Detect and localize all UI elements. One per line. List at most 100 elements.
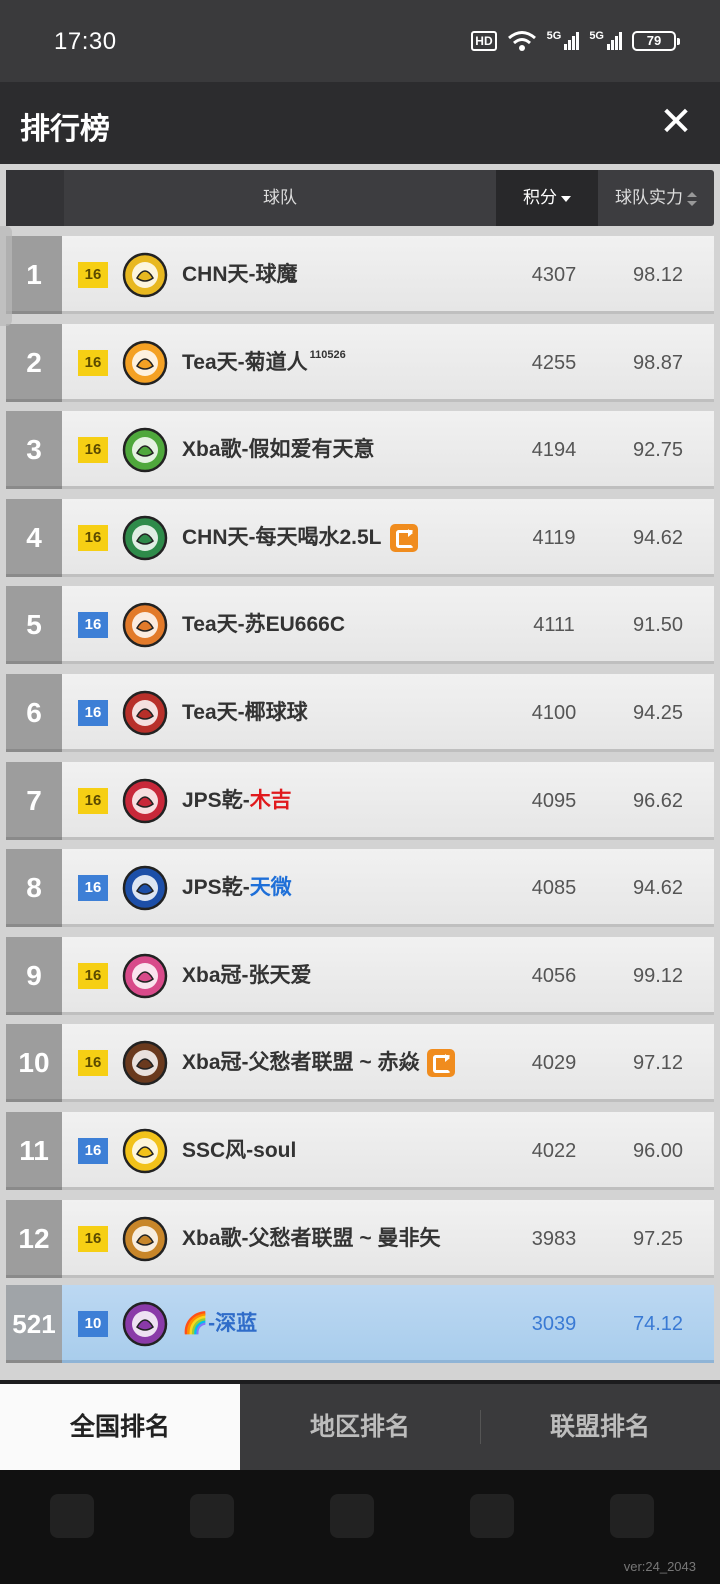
team-name: Xba冠-张天爱 bbox=[182, 937, 312, 1015]
points-sort-button[interactable]: 积分 bbox=[496, 170, 598, 226]
team-points: 4029 bbox=[531, 1052, 577, 1075]
level-badge: 16 bbox=[78, 524, 108, 551]
table-row[interactable]: 12 16 Xba歌-父愁者联盟 ~ 曼非矢 3983 97.25 bbox=[6, 1199, 714, 1278]
sort-icon bbox=[687, 191, 697, 206]
table-row[interactable]: 8 16 JPS乾- 天微 4085 94.62 bbox=[6, 849, 714, 928]
team-strength: 96.00 bbox=[632, 1139, 684, 1162]
team-logo-icon bbox=[122, 252, 168, 298]
table-row[interactable]: 9 16 Xba冠-张天爱 4056 99.12 bbox=[6, 936, 714, 1015]
nav-icon bbox=[50, 1494, 94, 1538]
team-strength: 94.62 bbox=[632, 877, 684, 900]
team-id-superscript: 110526 bbox=[309, 348, 346, 361]
team-column-header: 球队 bbox=[263, 188, 297, 207]
team-name-text: 🌈-深蓝 bbox=[182, 1312, 258, 1336]
team-strength: 97.12 bbox=[632, 1052, 684, 1075]
table-row[interactable]: 7 16 JPS乾- 木吉 4095 96.62 bbox=[6, 761, 714, 840]
team-name: 🌈-深蓝 bbox=[182, 1285, 257, 1363]
rank-number: 8 bbox=[6, 849, 62, 928]
level-badge: 10 bbox=[78, 1311, 108, 1338]
swap-icon bbox=[427, 1049, 456, 1078]
table-row[interactable]: 10 16 Xba冠-父愁者联盟 ~ 赤焱 4029 97.12 bbox=[6, 1024, 714, 1103]
nav-icon bbox=[330, 1494, 374, 1538]
row-body: 16 JPS乾- 天微 4085 94.62 bbox=[62, 849, 714, 928]
team-logo-icon bbox=[122, 1216, 168, 1262]
table-row[interactable]: 3 16 Xba歌-假如爱有天意 4194 92.75 bbox=[6, 411, 714, 490]
rank-number: 9 bbox=[6, 936, 62, 1015]
table-row[interactable]: 2 16 Tea天-菊道人 110526 4255 98.87 bbox=[6, 323, 714, 402]
my-team-row[interactable]: 521 10 🌈-深蓝 3039 74.12 bbox=[6, 1285, 714, 1364]
team-name-text: Xba歌-父愁者联盟 ~ 曼非矢 bbox=[182, 1226, 441, 1250]
tab-league[interactable]: 联盟排名 bbox=[480, 1384, 720, 1470]
team-name-text: Tea天-椰球球 bbox=[182, 700, 308, 724]
level-badge: 16 bbox=[78, 787, 108, 814]
table-row[interactable]: 6 16 Tea天-椰球球 4100 94.25 bbox=[6, 673, 714, 752]
team-points: 4100 bbox=[531, 701, 577, 724]
team-strength: 97.25 bbox=[632, 1227, 684, 1250]
team-strength: 98.12 bbox=[632, 264, 684, 286]
bottom-navigation: ver:24_2043 bbox=[0, 1470, 720, 1584]
row-body: 16 Xba冠-父愁者联盟 ~ 赤焱 4029 97.12 bbox=[62, 1024, 714, 1103]
row-body: 16 Tea天-菊道人 110526 4255 98.87 bbox=[62, 323, 714, 402]
team-logo-icon bbox=[122, 690, 168, 736]
status-bar: 17:30 HD 5G 5G 79 bbox=[0, 0, 720, 82]
team-strength: 74.12 bbox=[632, 1313, 684, 1336]
table-row[interactable]: 1 16 CHN天-球魔 4307 98.12 bbox=[6, 236, 714, 314]
sort-desc-icon bbox=[561, 195, 571, 202]
row-body: 10 🌈-深蓝 3039 74.12 bbox=[62, 1285, 714, 1364]
team-name-highlight: 木吉 bbox=[249, 788, 292, 812]
team-logo-icon bbox=[122, 1128, 168, 1174]
team-points: 3983 bbox=[531, 1227, 577, 1250]
rank-number: 7 bbox=[6, 761, 62, 840]
table-header: 球队 积分 球队实力 bbox=[6, 170, 714, 226]
team-name-text: Tea天-苏EU666C bbox=[182, 613, 345, 637]
row-body: 16 JPS乾- 木吉 4095 96.62 bbox=[62, 761, 714, 840]
strength-sort-button[interactable]: 球队实力 bbox=[598, 170, 714, 226]
ranking-tabs: 全国排名 地区排名 联盟排名 bbox=[0, 1384, 720, 1470]
row-body: 16 SSC风-soul 4022 96.00 bbox=[62, 1111, 714, 1190]
team-name-prefix: JPS乾- bbox=[182, 876, 250, 900]
team-logo-icon bbox=[122, 1301, 168, 1347]
side-handle[interactable] bbox=[0, 226, 12, 326]
table-row[interactable]: 5 16 Tea天-苏EU666C 4111 91.50 bbox=[6, 586, 714, 665]
team-name-text: Xba冠-张天爱 bbox=[182, 963, 312, 987]
team-logo-icon bbox=[122, 602, 168, 648]
team-name-highlight: 天微 bbox=[249, 876, 292, 900]
team-name: Tea天-菊道人 110526 bbox=[182, 324, 346, 402]
table-row[interactable]: 11 16 SSC风-soul 4022 96.00 bbox=[6, 1111, 714, 1190]
table-row[interactable]: 4 16 CHN天-每天喝水2.5L 4119 94.62 bbox=[6, 498, 714, 577]
team-points: 4085 bbox=[531, 877, 577, 900]
tab-national[interactable]: 全国排名 bbox=[0, 1384, 240, 1470]
tab-region[interactable]: 地区排名 bbox=[240, 1384, 480, 1470]
version-label: ver:24_2043 bbox=[623, 1559, 696, 1574]
ranking-list: 1 16 CHN天-球魔 4307 98.12 2 16 Tea天-菊道人 110526 4255… bbox=[6, 236, 714, 1373]
team-name: Xba歌-父愁者联盟 ~ 曼非矢 bbox=[182, 1200, 440, 1278]
team-strength: 96.62 bbox=[632, 789, 684, 812]
team-points: 4022 bbox=[531, 1139, 577, 1162]
team-name: Xba冠-父愁者联盟 ~ 赤焱 bbox=[182, 1024, 456, 1102]
rank-number: 12 bbox=[6, 1199, 62, 1278]
team-logo-icon bbox=[122, 515, 168, 561]
team-name: SSC风-soul bbox=[182, 1112, 296, 1190]
wifi-icon bbox=[507, 31, 536, 51]
page-header: 排行榜 ✕ bbox=[0, 82, 720, 164]
row-body: 16 CHN天-球魔 4307 98.12 bbox=[62, 236, 714, 314]
team-points: 4255 bbox=[531, 351, 577, 374]
rank-number: 3 bbox=[6, 411, 62, 490]
team-name-text: SSC风-soul bbox=[182, 1138, 297, 1162]
team-points: 4194 bbox=[531, 439, 577, 462]
team-name: Tea天-椰球球 bbox=[182, 674, 308, 752]
nav-icon bbox=[190, 1494, 234, 1538]
level-badge: 16 bbox=[78, 1225, 108, 1252]
team-points: 4056 bbox=[531, 964, 577, 987]
battery-icon: 79 bbox=[632, 31, 680, 51]
level-badge: 16 bbox=[78, 262, 108, 288]
nav-icon bbox=[610, 1494, 654, 1538]
row-body: 16 Tea天-椰球球 4100 94.25 bbox=[62, 673, 714, 752]
level-badge: 16 bbox=[78, 437, 108, 464]
close-button[interactable]: ✕ bbox=[654, 100, 698, 144]
rank-number: 10 bbox=[6, 1024, 62, 1103]
team-points: 4307 bbox=[531, 264, 577, 286]
level-badge: 16 bbox=[78, 612, 108, 639]
nav-icon bbox=[470, 1494, 514, 1538]
hd-icon: HD bbox=[471, 31, 497, 51]
